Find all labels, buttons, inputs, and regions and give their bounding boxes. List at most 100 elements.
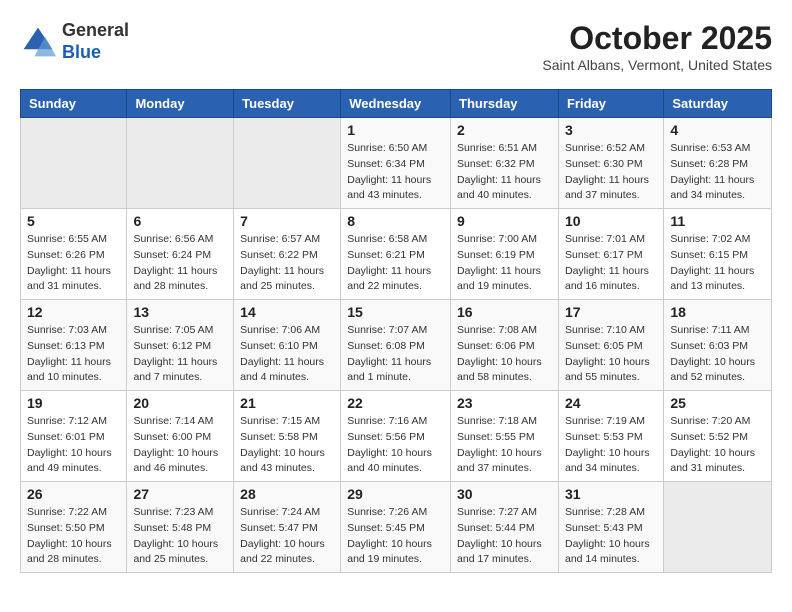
- day-info: Sunrise: 6:55 AMSunset: 6:26 PMDaylight:…: [27, 232, 120, 295]
- day-number: 2: [457, 122, 552, 138]
- day-info: Sunrise: 7:26 AMSunset: 5:45 PMDaylight:…: [347, 505, 444, 568]
- day-info: Sunrise: 7:10 AMSunset: 6:05 PMDaylight:…: [565, 323, 657, 386]
- day-number: 28: [240, 486, 334, 502]
- day-info: Sunrise: 7:27 AMSunset: 5:44 PMDaylight:…: [457, 505, 552, 568]
- calendar-cell: 6 Sunrise: 6:56 AMSunset: 6:24 PMDaylight…: [127, 209, 234, 300]
- day-number: 22: [347, 395, 444, 411]
- calendar-cell: 12Sunrise: 7:03 AMSunset: 6:13 PMDayligh…: [21, 300, 127, 391]
- day-number: 19: [27, 395, 120, 411]
- day-info: Sunrise: 7:22 AMSunset: 5:50 PMDaylight:…: [27, 505, 120, 568]
- day-number: 26: [27, 486, 120, 502]
- calendar-week-row: 26 Sunrise: 7:22 AMSunset: 5:50 PMDayligh…: [21, 482, 772, 573]
- calendar-cell: 11Sunrise: 7:02 AMSunset: 6:15 PMDayligh…: [664, 209, 772, 300]
- calendar-week-row: 5 Sunrise: 6:55 AMSunset: 6:26 PMDaylight…: [21, 209, 772, 300]
- calendar-cell: 5 Sunrise: 6:55 AMSunset: 6:26 PMDaylight…: [21, 209, 127, 300]
- day-number: 17: [565, 304, 657, 320]
- day-info: Sunrise: 7:06 AMSunset: 6:10 PMDaylight:…: [240, 323, 334, 386]
- day-info: Sunrise: 6:52 AMSunset: 6:30 PMDaylight:…: [565, 141, 657, 204]
- day-info: Sunrise: 7:16 AMSunset: 5:56 PMDaylight:…: [347, 414, 444, 477]
- calendar-header-tuesday: Tuesday: [234, 90, 341, 118]
- day-info: Sunrise: 7:01 AMSunset: 6:17 PMDaylight:…: [565, 232, 657, 295]
- calendar-cell: 28 Sunrise: 7:24 AMSunset: 5:47 PMDayligh…: [234, 482, 341, 573]
- calendar-cell: [664, 482, 772, 573]
- calendar-header-wednesday: Wednesday: [341, 90, 451, 118]
- day-info: Sunrise: 6:50 AMSunset: 6:34 PMDaylight:…: [347, 141, 444, 204]
- logo: General Blue: [20, 20, 129, 63]
- day-number: 21: [240, 395, 334, 411]
- calendar-cell: 27 Sunrise: 7:23 AMSunset: 5:48 PMDayligh…: [127, 482, 234, 573]
- calendar-cell: 10 Sunrise: 7:01 AMSunset: 6:17 PMDayligh…: [558, 209, 663, 300]
- day-number: 4: [670, 122, 765, 138]
- day-info: Sunrise: 7:00 AMSunset: 6:19 PMDaylight:…: [457, 232, 552, 295]
- calendar-cell: 13 Sunrise: 7:05 AMSunset: 6:12 PMDayligh…: [127, 300, 234, 391]
- logo-icon: [20, 24, 56, 60]
- calendar-header-monday: Monday: [127, 90, 234, 118]
- day-info: Sunrise: 7:07 AMSunset: 6:08 PMDaylight:…: [347, 323, 444, 386]
- day-info: Sunrise: 6:51 AMSunset: 6:32 PMDaylight:…: [457, 141, 552, 204]
- calendar-cell: 30 Sunrise: 7:27 AMSunset: 5:44 PMDayligh…: [451, 482, 559, 573]
- calendar-header-friday: Friday: [558, 90, 663, 118]
- day-info: Sunrise: 7:14 AMSunset: 6:00 PMDaylight:…: [133, 414, 227, 477]
- calendar-cell: [127, 118, 234, 209]
- day-info: Sunrise: 7:24 AMSunset: 5:47 PMDaylight:…: [240, 505, 334, 568]
- day-number: 10: [565, 213, 657, 229]
- calendar-cell: 31Sunrise: 7:28 AMSunset: 5:43 PMDayligh…: [558, 482, 663, 573]
- day-number: 15: [347, 304, 444, 320]
- day-info: Sunrise: 7:08 AMSunset: 6:06 PMDaylight:…: [457, 323, 552, 386]
- day-info: Sunrise: 7:15 AMSunset: 5:58 PMDaylight:…: [240, 414, 334, 477]
- calendar-cell: [234, 118, 341, 209]
- calendar-cell: 20 Sunrise: 7:14 AMSunset: 6:00 PMDayligh…: [127, 391, 234, 482]
- calendar-cell: 21 Sunrise: 7:15 AMSunset: 5:58 PMDayligh…: [234, 391, 341, 482]
- day-number: 8: [347, 213, 444, 229]
- calendar-header-row: SundayMondayTuesdayWednesdayThursdayFrid…: [21, 90, 772, 118]
- title-block: October 2025 Saint Albans, Vermont, Unit…: [542, 20, 772, 73]
- day-info: Sunrise: 7:18 AMSunset: 5:55 PMDaylight:…: [457, 414, 552, 477]
- header: General Blue October 2025 Saint Albans, …: [20, 20, 772, 73]
- page-title: October 2025: [542, 20, 772, 57]
- day-info: Sunrise: 6:53 AMSunset: 6:28 PMDaylight:…: [670, 141, 765, 204]
- calendar-cell: 23 Sunrise: 7:18 AMSunset: 5:55 PMDayligh…: [451, 391, 559, 482]
- calendar-cell: 22 Sunrise: 7:16 AMSunset: 5:56 PMDayligh…: [341, 391, 451, 482]
- calendar-header-thursday: Thursday: [451, 90, 559, 118]
- calendar-cell: [21, 118, 127, 209]
- day-number: 1: [347, 122, 444, 138]
- day-number: 24: [565, 395, 657, 411]
- calendar-cell: 3 Sunrise: 6:52 AMSunset: 6:30 PMDaylight…: [558, 118, 663, 209]
- day-number: 3: [565, 122, 657, 138]
- day-number: 9: [457, 213, 552, 229]
- day-number: 29: [347, 486, 444, 502]
- day-info: Sunrise: 6:58 AMSunset: 6:21 PMDaylight:…: [347, 232, 444, 295]
- day-number: 13: [133, 304, 227, 320]
- page-subtitle: Saint Albans, Vermont, United States: [542, 57, 772, 73]
- day-number: 27: [133, 486, 227, 502]
- calendar-header-saturday: Saturday: [664, 90, 772, 118]
- day-number: 12: [27, 304, 120, 320]
- day-number: 6: [133, 213, 227, 229]
- day-info: Sunrise: 6:57 AMSunset: 6:22 PMDaylight:…: [240, 232, 334, 295]
- logo-blue: Blue: [62, 42, 101, 62]
- day-info: Sunrise: 7:05 AMSunset: 6:12 PMDaylight:…: [133, 323, 227, 386]
- day-info: Sunrise: 6:56 AMSunset: 6:24 PMDaylight:…: [133, 232, 227, 295]
- day-info: Sunrise: 7:11 AMSunset: 6:03 PMDaylight:…: [670, 323, 765, 386]
- calendar-week-row: 19Sunrise: 7:12 AMSunset: 6:01 PMDayligh…: [21, 391, 772, 482]
- day-number: 14: [240, 304, 334, 320]
- day-number: 11: [670, 213, 765, 229]
- calendar-cell: 8 Sunrise: 6:58 AMSunset: 6:21 PMDaylight…: [341, 209, 451, 300]
- calendar-cell: 24Sunrise: 7:19 AMSunset: 5:53 PMDayligh…: [558, 391, 663, 482]
- day-info: Sunrise: 7:23 AMSunset: 5:48 PMDaylight:…: [133, 505, 227, 568]
- day-number: 18: [670, 304, 765, 320]
- day-number: 25: [670, 395, 765, 411]
- calendar-week-row: 1 Sunrise: 6:50 AMSunset: 6:34 PMDaylight…: [21, 118, 772, 209]
- day-number: 16: [457, 304, 552, 320]
- day-number: 30: [457, 486, 552, 502]
- day-number: 23: [457, 395, 552, 411]
- day-number: 5: [27, 213, 120, 229]
- day-info: Sunrise: 7:28 AMSunset: 5:43 PMDaylight:…: [565, 505, 657, 568]
- day-number: 20: [133, 395, 227, 411]
- calendar-cell: 1 Sunrise: 6:50 AMSunset: 6:34 PMDaylight…: [341, 118, 451, 209]
- calendar-cell: 25Sunrise: 7:20 AMSunset: 5:52 PMDayligh…: [664, 391, 772, 482]
- calendar-week-row: 12Sunrise: 7:03 AMSunset: 6:13 PMDayligh…: [21, 300, 772, 391]
- calendar-cell: 2 Sunrise: 6:51 AMSunset: 6:32 PMDaylight…: [451, 118, 559, 209]
- calendar-table: SundayMondayTuesdayWednesdayThursdayFrid…: [20, 89, 772, 573]
- logo-text: General Blue: [62, 20, 129, 63]
